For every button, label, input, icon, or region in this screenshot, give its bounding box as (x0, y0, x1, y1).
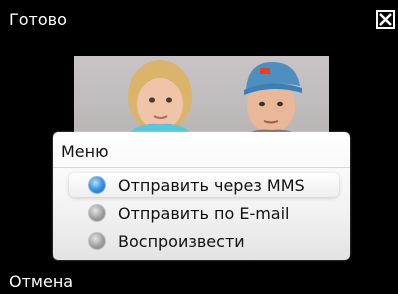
cancel-softkey[interactable]: Отмена (9, 272, 73, 292)
menu-title: Меню (61, 142, 109, 161)
menu-item-send-email[interactable]: Отправить по E-mail (69, 201, 339, 225)
radio-selected-icon (89, 177, 105, 193)
done-softkey[interactable]: Готово (9, 10, 67, 30)
menu-item-label: Отправить по E-mail (118, 203, 290, 223)
close-icon (379, 13, 392, 26)
context-menu: Меню Отправить через MMS Отправить по E-… (53, 132, 350, 260)
photo-preview (74, 56, 329, 138)
radio-unselected-icon (89, 233, 105, 249)
close-button[interactable] (376, 10, 395, 29)
menu-item-label: Отправить через MMS (118, 175, 305, 195)
menu-divider (53, 167, 350, 168)
menu-item-play[interactable]: Воспроизвести (69, 229, 339, 253)
radio-unselected-icon (89, 205, 105, 221)
children-photo-image (126, 60, 302, 138)
menu-item-label: Воспроизвести (118, 231, 245, 251)
menu-item-send-mms[interactable]: Отправить через MMS (69, 173, 339, 197)
screen: Готово Меню Отправить через MMS Отправит… (0, 0, 398, 294)
